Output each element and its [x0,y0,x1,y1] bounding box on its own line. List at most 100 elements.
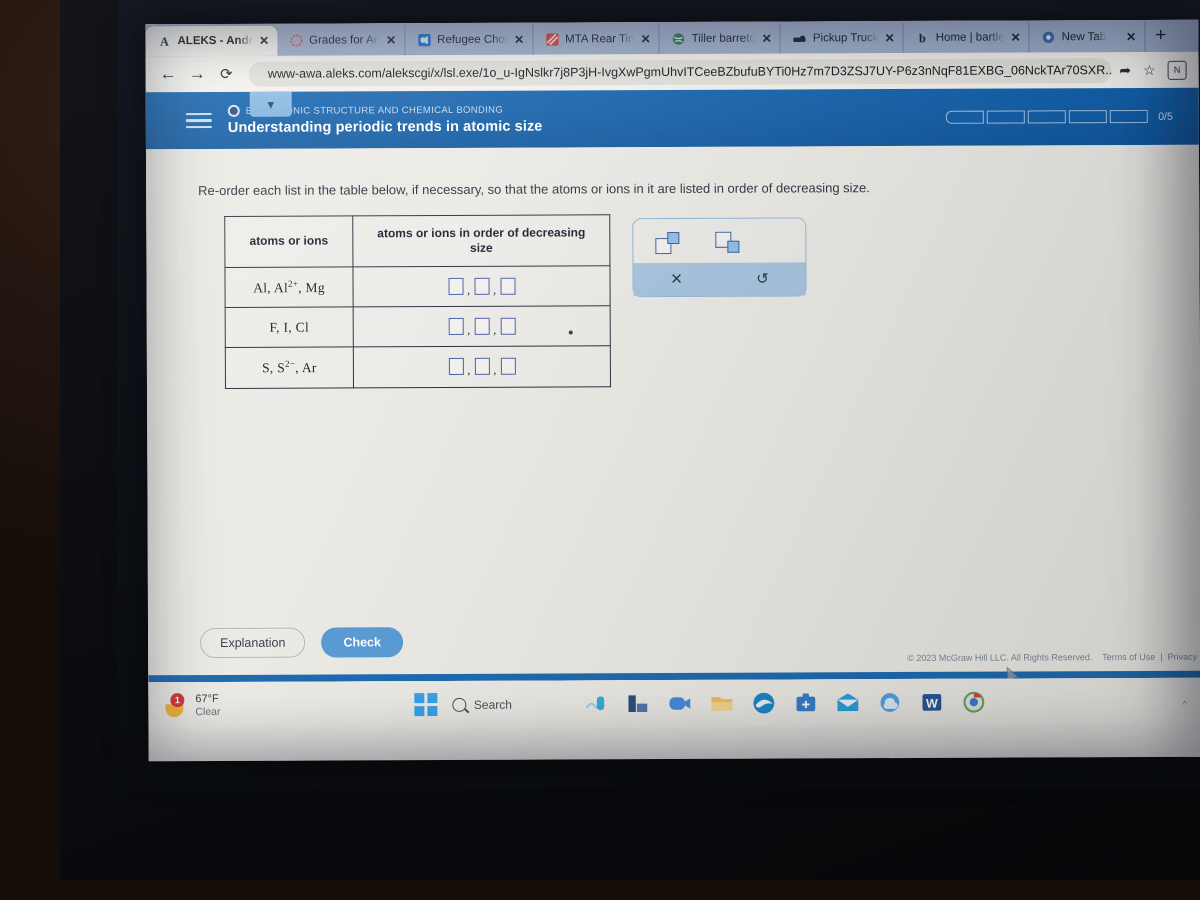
browser-tab-grades[interactable]: Grades for An ✕ [277,25,406,56]
undo-button[interactable]: ↺ [719,262,805,295]
column-header-order: atoms or ions in order of decreasing siz… [352,214,610,267]
forward-icon[interactable]: → [183,64,212,84]
terms-of-use-link[interactable]: Terms of Use [1102,652,1155,662]
answer-cell[interactable]: , , [353,345,611,388]
palette-action-row: ✕ ↺ [633,261,806,296]
chrome-icon [1042,31,1055,44]
notification-badge: 1 [170,692,185,707]
file-explorer-icon[interactable] [709,691,734,716]
browser-tab-bartleby[interactable]: b Home | bartle ✕ [903,22,1030,53]
answer-input-box[interactable] [474,358,490,376]
hamburger-menu-icon[interactable] [185,109,212,133]
answer-cell[interactable]: , , [352,265,611,307]
windows-start-icon[interactable] [414,693,437,716]
page-title: Understanding periodic trends in atomic … [227,118,543,136]
tab-close-icon[interactable]: ✕ [1126,30,1136,44]
privacy-link[interactable]: Privacy [1168,652,1198,662]
store-icon[interactable] [793,690,818,715]
onedrive-icon[interactable] [877,690,902,715]
browser-tab-tiller[interactable]: Tiller barreto ✕ [659,23,781,55]
copyright-notice: © 2023 McGraw Hill LLC. All Rights Reser… [907,652,1197,663]
back-icon[interactable]: ← [154,64,183,84]
tab-title: New Tab [1061,31,1107,44]
bartleby-b-icon: b [919,31,926,45]
search-label: Search [473,697,512,712]
browser-tab-aleks[interactable]: A ALEKS - Andr ✕ [145,25,278,57]
species-cell: S, S2−, Ar [225,346,354,389]
answer-input-box[interactable] [500,317,516,335]
clear-button[interactable]: ✕ [633,262,719,295]
profile-avatar[interactable]: N [1167,60,1187,80]
laptop-screen: A ALEKS - Andr ✕ Grades for An ✕ Refugee… [145,19,1200,762]
table-row: S, S2−, Ar , , [225,345,611,389]
table-row: Al, Al2+, Mg , , [224,265,611,308]
collapse-panel-chevron-down-icon[interactable]: ▾ [249,91,292,117]
word-icon[interactable]: W [919,690,944,715]
zoom-icon[interactable] [667,691,692,716]
superscript-icon[interactable] [655,231,681,254]
copilot-icon[interactable] [583,691,608,716]
widgets-icon[interactable] [625,691,650,716]
answer-input-box[interactable] [448,358,464,376]
windows-taskbar: 1 67°F Clear Search W ^ [148,677,1200,730]
explanation-button[interactable]: Explanation [200,627,306,659]
copyright-text: © 2023 McGraw Hill LLC. All Rights Reser… [907,652,1093,663]
chrome-icon[interactable] [961,690,986,715]
tab-close-icon[interactable]: ✕ [386,33,396,47]
reload-icon[interactable]: ⟳ [212,65,241,83]
tab-close-icon[interactable]: ✕ [259,34,269,48]
browser-tab-strip: A ALEKS - Andr ✕ Grades for An ✕ Refugee… [145,19,1199,57]
answer-input-box[interactable] [474,277,490,295]
answer-cell[interactable]: , , [353,305,611,347]
search-icon [451,697,466,712]
table-row: F, I, Cl , , [225,305,611,348]
ordering-table: atoms or ions atoms or ions in order of … [224,213,611,389]
weather-widget[interactable]: 1 67°F Clear [148,691,414,720]
tab-close-icon[interactable]: ✕ [641,32,651,46]
check-button[interactable]: Check [321,627,404,658]
progress-segment [946,110,985,124]
answer-input-box[interactable] [448,317,464,336]
tab-title: ALEKS - Andr [177,34,254,48]
sun-cloud-icon: 1 [164,692,188,718]
weather-text: 67°F Clear [195,692,220,720]
truck-icon [793,35,806,42]
answer-input-box[interactable] [448,277,464,295]
answer-input-box[interactable] [500,357,516,376]
share-icon[interactable]: ➦ [1119,62,1131,79]
browser-tab-new-tab[interactable]: New Tab ✕ [1029,21,1146,53]
svg-text:W: W [925,697,937,711]
topic-kicker: ELECTRONIC STRUCTURE AND CHEMICAL BONDIN… [227,102,946,117]
browser-tab-pickup-truck[interactable]: Pickup Truck ✕ [780,22,904,54]
tab-close-icon[interactable]: ✕ [885,31,895,45]
new-tab-button[interactable]: + [1145,24,1176,46]
red-pattern-icon [545,33,559,46]
answer-input-box[interactable] [474,317,490,335]
canvas-circle-icon [289,34,303,47]
answer-box-group: , , [364,357,600,377]
tab-close-icon[interactable]: ✕ [514,33,524,47]
edge-icon[interactable] [751,691,776,716]
row-marker-dot [568,329,573,335]
svg-text:A: A [160,35,169,49]
taskbar-overflow-chevron-icon[interactable]: ^ [1183,700,1188,711]
omnibox-actions: ➦ ☆ N [1119,60,1190,80]
address-bar[interactable]: www-awa.aleks.com/alekscgi/x/lsl.exe/1o_… [248,57,1112,87]
taskbar-search[interactable]: Search [451,697,512,712]
answer-input-box[interactable] [500,277,516,295]
star-icon[interactable]: ☆ [1143,61,1156,78]
url-text: www-awa.aleks.com/alekscgi/x/lsl.exe/1o_… [267,63,1112,81]
aleks-header: ELECTRONIC STRUCTURE AND CHEMICAL BONDIN… [145,87,1199,150]
column-header-species: atoms or ions [224,215,353,268]
question-area: Re-order each list in the table below, i… [145,144,1200,683]
browser-tab-mta[interactable]: MTA Rear Tin ✕ [533,24,660,55]
tab-close-icon[interactable]: ✕ [1011,30,1021,44]
progress-segment [1110,109,1149,124]
tab-title: Pickup Truck [812,32,879,45]
mail-icon[interactable] [835,690,860,715]
question-footer: Explanation Check © 2023 McGraw Hill LLC… [147,615,1200,683]
tab-close-icon[interactable]: ✕ [762,32,772,46]
subscript-icon[interactable] [715,231,741,253]
topic-dot-icon [227,104,240,117]
browser-tab-refugee[interactable]: Refugee Chor ✕ [405,24,534,56]
